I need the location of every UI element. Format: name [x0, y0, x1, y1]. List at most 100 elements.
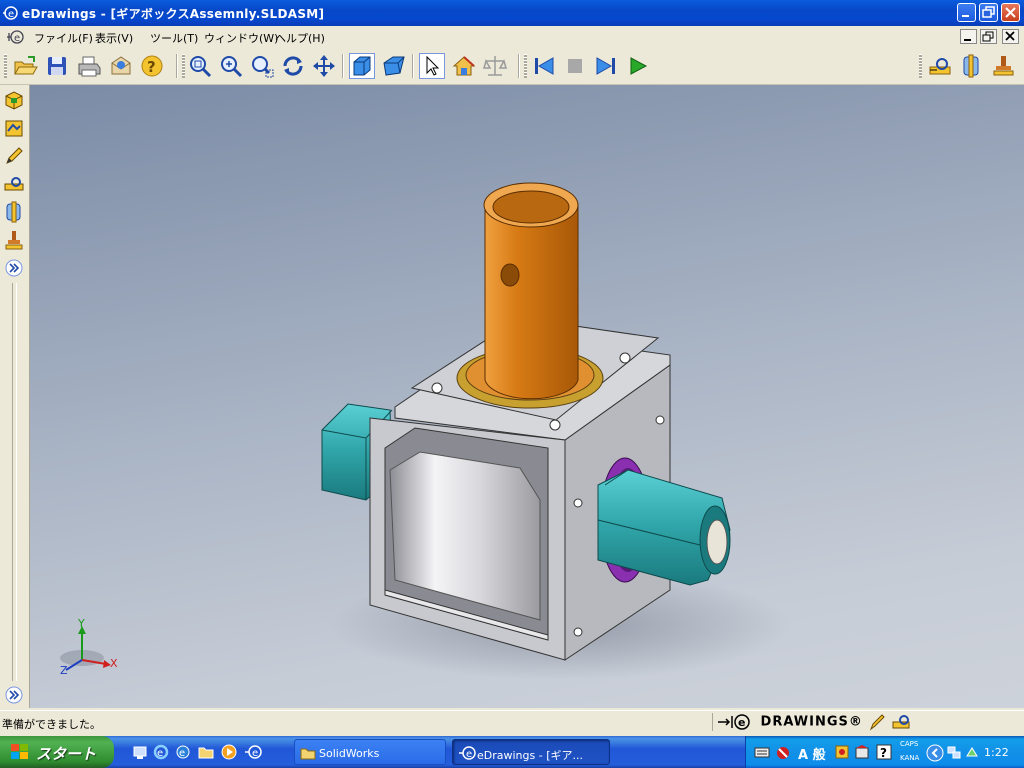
- stamp-icon: [993, 56, 1014, 76]
- open-button[interactable]: [12, 53, 38, 79]
- home-view-button[interactable]: [451, 53, 477, 79]
- quicklaunch-ie-icon[interactable]: e: [153, 744, 169, 760]
- minimize-button[interactable]: [957, 3, 976, 22]
- toolbar-grip[interactable]: [182, 54, 185, 78]
- doc-minimize-button[interactable]: [960, 29, 977, 44]
- help-button[interactable]: ?: [140, 53, 166, 79]
- folder-icon: [300, 748, 316, 760]
- svg-text:e: e: [466, 749, 472, 760]
- start-button[interactable]: スタート: [0, 736, 114, 768]
- markup-dimension-icon: [929, 58, 951, 75]
- menu-file[interactable]: ファイル(F): [34, 30, 93, 46]
- send-mail-button[interactable]: [108, 53, 134, 79]
- first-frame-icon: [535, 57, 554, 75]
- zoom-in-out-button[interactable]: [218, 53, 244, 79]
- left-toolbar: [0, 85, 30, 708]
- quicklaunch-ie2-icon[interactable]: e: [175, 744, 191, 760]
- toolbar-separator: [412, 54, 414, 78]
- menu-bar: e ファイル(F) 表示(V) ツール(T) ウィンドウ(W) ヘルプ(H): [0, 26, 1024, 49]
- next-frame-button[interactable]: [593, 53, 619, 79]
- rotate-button[interactable]: [280, 53, 306, 79]
- side-bolt-hole: [573, 498, 583, 508]
- perspective-button[interactable]: [381, 53, 407, 79]
- ime-dictionary-icon[interactable]: [854, 744, 870, 760]
- expand-bottom-button[interactable]: [3, 684, 25, 706]
- taskbar-solidworks[interactable]: SolidWorks: [294, 739, 446, 765]
- toolbar-grip[interactable]: [4, 54, 7, 78]
- quicklaunch-folder-icon[interactable]: [198, 744, 214, 760]
- select-button[interactable]: [419, 53, 445, 79]
- markup-pen-button[interactable]: [3, 145, 25, 167]
- menu-window[interactable]: ウィンドウ(W): [204, 30, 278, 46]
- edrawings-app-icon: e: [3, 6, 18, 20]
- vertical-shaft[interactable]: [483, 182, 579, 400]
- show-hidden-icons-button[interactable]: [926, 744, 944, 762]
- dimension-icon: [4, 177, 24, 191]
- start-label: スタート: [36, 745, 97, 763]
- close-icon: [1005, 7, 1016, 18]
- zoom-to-area-button[interactable]: [249, 53, 275, 79]
- shaded-view-button[interactable]: [349, 53, 375, 79]
- menu-tools[interactable]: ツール(T): [150, 30, 198, 46]
- home-view-icon: [452, 56, 476, 76]
- gearbox-assembly-model[interactable]: Y X Z: [30, 85, 1024, 708]
- print-icon: [78, 56, 101, 77]
- cross-section-button[interactable]: [958, 53, 984, 79]
- quicklaunch-media-icon[interactable]: [221, 744, 237, 760]
- markup-dimension-button[interactable]: [927, 53, 953, 79]
- expand-panel-button[interactable]: [3, 257, 25, 279]
- section-button[interactable]: [3, 201, 25, 223]
- configurations-button[interactable]: [3, 117, 25, 139]
- stamp-button[interactable]: [990, 53, 1016, 79]
- measure-button[interactable]: [482, 53, 508, 79]
- zoom-to-fit-icon: [190, 56, 212, 78]
- axis-triad: [60, 626, 111, 671]
- edrawings-brand: e DRAWINGS®: [712, 713, 863, 731]
- zoom-to-fit-button[interactable]: [187, 53, 213, 79]
- system-tray: A 般 ? CAPS KANA 1:22: [745, 736, 1024, 768]
- keyboard-icon[interactable]: [754, 745, 770, 759]
- open-icon: [14, 56, 38, 75]
- markup-pen-icon: [6, 147, 23, 164]
- doc-restore-button[interactable]: [980, 29, 997, 44]
- edrawings-app-icon: e: [459, 746, 476, 760]
- clock[interactable]: 1:22: [984, 746, 1009, 759]
- quicklaunch-desktop-icon[interactable]: [132, 744, 148, 760]
- stamp-tool-button[interactable]: [3, 229, 25, 251]
- status-bar: 準備ができました。 e DRAWINGS®: [0, 710, 1024, 733]
- menu-view[interactable]: 表示(V): [95, 30, 133, 46]
- dimension-button[interactable]: [3, 173, 25, 195]
- components-button[interactable]: [3, 89, 25, 111]
- pan-button[interactable]: [311, 53, 337, 79]
- ime-tool-icon[interactable]: [774, 744, 792, 760]
- svg-text:e: e: [14, 33, 20, 44]
- save-button[interactable]: [44, 53, 70, 79]
- quicklaunch-edrawings-icon[interactable]: e: [244, 744, 262, 760]
- edrawings-logo-icon: e: [718, 714, 750, 730]
- menu-help[interactable]: ヘルプ(H): [275, 30, 325, 46]
- window-title: eDrawings - [ギアボックスAssemnly.SLDASM]: [22, 7, 325, 21]
- stop-button[interactable]: [562, 53, 588, 79]
- panel-splitter[interactable]: [12, 283, 17, 681]
- close-button[interactable]: [1001, 3, 1020, 22]
- print-button[interactable]: [76, 53, 102, 79]
- toolbar-grip[interactable]: [919, 54, 922, 78]
- ime-mode-indicator[interactable]: A 般: [798, 744, 826, 763]
- markup-pen-icon[interactable]: [868, 713, 886, 731]
- rotate-icon: [283, 56, 303, 76]
- restore-button[interactable]: [979, 3, 998, 22]
- ime-pad-icon[interactable]: [834, 744, 850, 760]
- network-icon[interactable]: [946, 744, 962, 760]
- toolbar-grip[interactable]: [524, 54, 527, 78]
- usb-safe-remove-icon[interactable]: [964, 744, 980, 760]
- model-viewport[interactable]: Y X Z: [30, 85, 1024, 708]
- doc-close-button[interactable]: [1002, 29, 1019, 44]
- document-icon[interactable]: e: [6, 29, 24, 45]
- first-frame-button[interactable]: [531, 53, 557, 79]
- taskbar-edrawings[interactable]: e eDrawings - [ギア...: [452, 739, 610, 765]
- play-button[interactable]: [625, 53, 651, 79]
- dimension-icon[interactable]: [892, 713, 912, 731]
- taskbar-edrawings-label: eDrawings - [ギア...: [477, 749, 583, 762]
- taskbar-solidworks-label: SolidWorks: [319, 747, 380, 760]
- ime-help-icon[interactable]: ?: [876, 744, 892, 760]
